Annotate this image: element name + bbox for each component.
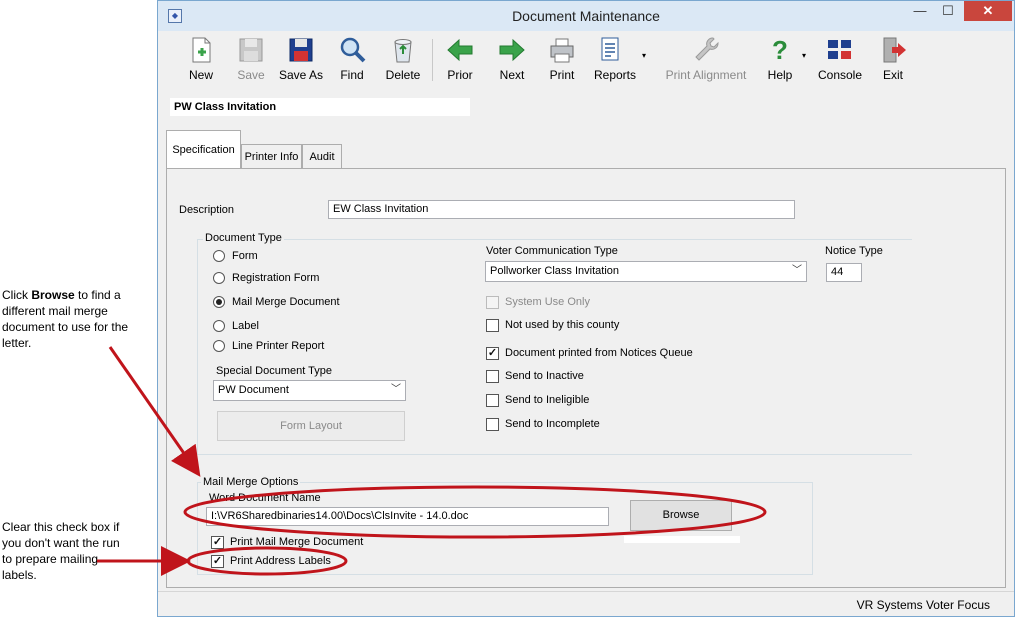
annotation-overlay: [97, 346, 767, 576]
browse-arrow-icon: [108, 346, 201, 477]
labels-highlight-ellipse: [186, 546, 348, 576]
tab-specification[interactable]: Specification: [166, 130, 241, 168]
browse-highlight-ellipse: [183, 485, 767, 539]
